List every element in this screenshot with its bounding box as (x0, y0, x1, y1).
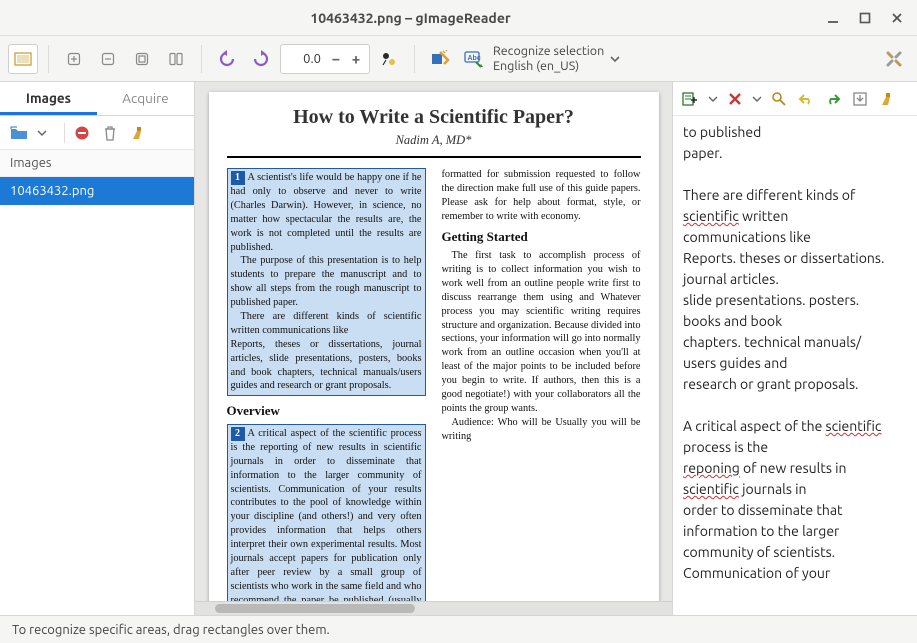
statusbar: To recognize specific areas, drag rectan… (0, 615, 917, 643)
preferences-button[interactable] (879, 44, 909, 74)
output-panel: to published paper. There are different … (672, 82, 917, 615)
status-text: To recognize specific areas, drag rectan… (12, 623, 330, 637)
chevron-down-icon[interactable] (752, 94, 762, 104)
scrollbar-thumb[interactable] (215, 604, 415, 613)
maximize-button[interactable] (851, 4, 879, 32)
ocr-selection-1[interactable]: 1A scientist's life would be happy one i… (227, 168, 426, 396)
ocr-selection-2[interactable]: 2A critical aspect of the scientific pro… (227, 424, 426, 601)
image-viewer: How to Write a Scientific Paper? Nadim A… (195, 82, 672, 615)
remove-button[interactable] (71, 122, 93, 144)
window-title: 10463432.png – gImageReader (6, 10, 815, 26)
recognize-dropdown[interactable]: Recognize selection English (en_US) (493, 44, 622, 73)
toggle-sources-button[interactable] (8, 44, 38, 74)
page-title: How to Write a Scientific Paper? (227, 106, 641, 129)
viewport[interactable]: How to Write a Scientific Paper? Nadim A… (195, 82, 672, 601)
insert-mode-button[interactable] (681, 89, 701, 109)
rotate-left-button[interactable] (212, 44, 242, 74)
page-controls-button[interactable] (374, 44, 404, 74)
delete-button[interactable] (99, 122, 121, 144)
rotation-spinner[interactable]: 0.0 − + (280, 44, 370, 74)
clear-output-button[interactable] (877, 89, 897, 109)
zoom-original-button[interactable] (161, 44, 191, 74)
undo-button[interactable] (796, 89, 816, 109)
horizontal-scrollbar[interactable] (195, 601, 672, 615)
overview-heading: Overview (227, 402, 426, 420)
list-header: Images (0, 150, 194, 177)
ocr-output-text[interactable]: to published paper. There are different … (673, 116, 917, 615)
svg-text:Abc: Abc (468, 55, 481, 62)
getting-started-heading: Getting Started (442, 228, 641, 246)
document-page: How to Write a Scientific Paper? Nadim A… (209, 92, 659, 601)
save-button[interactable] (850, 89, 870, 109)
separator (48, 45, 49, 73)
find-replace-button[interactable] (769, 89, 789, 109)
autodetect-button[interactable] (425, 44, 455, 74)
tab-acquire[interactable]: Acquire (97, 82, 194, 115)
zoom-fit-button[interactable] (127, 44, 157, 74)
titlebar: 10463432.png – gImageReader (0, 0, 917, 36)
sources-tabs: Images Acquire (0, 82, 194, 116)
output-toolbar (673, 82, 917, 116)
strip-linebreaks-button[interactable] (725, 89, 745, 109)
open-button[interactable] (8, 122, 30, 144)
recognize-label: Recognize selection (493, 44, 604, 58)
chevron-down-icon[interactable] (708, 94, 718, 104)
selection-badge: 2 (231, 427, 245, 441)
list-item[interactable]: 10463432.png (0, 177, 194, 205)
chevron-down-icon (608, 52, 622, 66)
sources-panel: Images Acquire Images 10463432.png (0, 82, 195, 615)
rotate-right-button[interactable] (246, 44, 276, 74)
selection-badge: 1 (231, 171, 245, 185)
separator (414, 45, 415, 73)
rotation-value: 0.0 (285, 52, 325, 66)
page-author: Nadim A, MD* (227, 133, 641, 148)
zoom-out-button[interactable] (93, 44, 123, 74)
redo-button[interactable] (823, 89, 843, 109)
separator (201, 45, 202, 73)
recognize-icon[interactable]: Abc (459, 44, 489, 74)
tab-images[interactable]: Images (0, 82, 97, 115)
rotation-minus[interactable]: − (327, 50, 345, 67)
main-toolbar: 0.0 − + Abc Recognize selection English … (0, 36, 917, 82)
zoom-in-button[interactable] (59, 44, 89, 74)
rotation-plus[interactable]: + (347, 50, 365, 67)
divider (227, 156, 641, 158)
main-area: Images Acquire Images 10463432.png (0, 82, 917, 615)
clear-button[interactable] (127, 122, 149, 144)
chevron-down-icon[interactable] (36, 127, 48, 139)
sources-toolbar (0, 116, 194, 150)
recognize-language: English (en_US) (493, 59, 604, 73)
close-button[interactable] (883, 4, 911, 32)
minimize-button[interactable] (819, 4, 847, 32)
